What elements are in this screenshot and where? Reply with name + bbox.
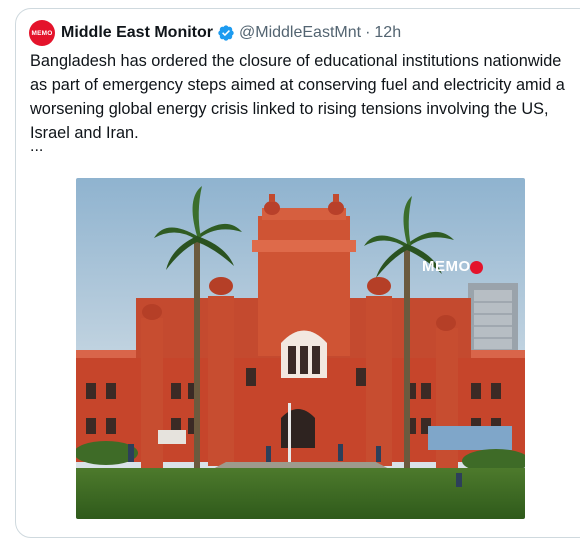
show-more-ellipsis[interactable]: ... [30, 137, 43, 157]
verified-badge-icon [218, 25, 234, 41]
separator-dot: · [365, 24, 371, 41]
handle[interactable]: @MiddleEastMnt [239, 24, 361, 42]
building-photo [76, 178, 525, 519]
timestamp[interactable]: 12h [374, 24, 401, 42]
watermark-dot-icon [470, 261, 483, 274]
avatar-logo-text: MEMO [31, 29, 53, 37]
display-name[interactable]: Middle East Monitor [61, 24, 213, 42]
media-watermark: MEMO [422, 258, 471, 275]
avatar[interactable]: MEMO [29, 20, 55, 46]
tweet-text: Bangladesh has ordered the closure of ed… [30, 52, 565, 142]
tweet-media-image[interactable] [76, 178, 525, 519]
tweet-header: MEMO Middle East Monitor @MiddleEastMnt … [29, 20, 401, 46]
